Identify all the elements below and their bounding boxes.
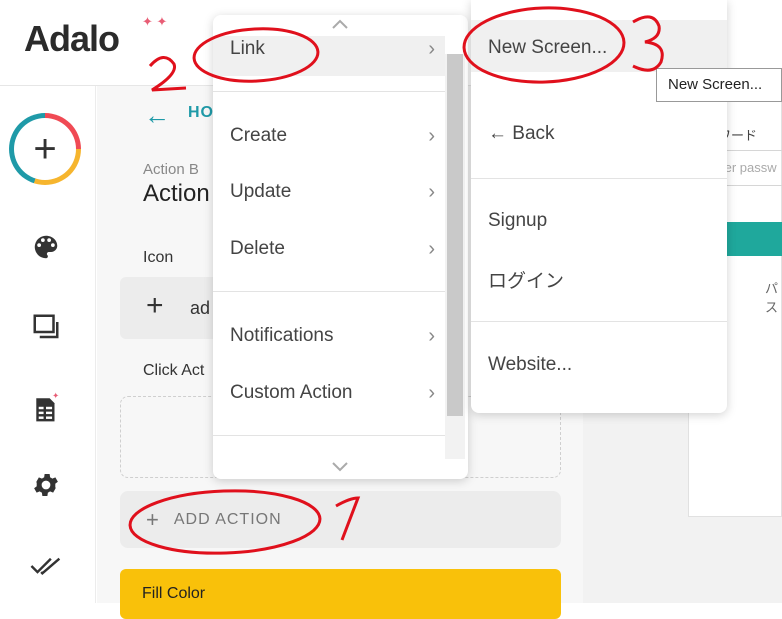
add-component-button[interactable]: +: [14, 118, 76, 180]
click-actions-label: Click Act: [143, 362, 205, 379]
back-link[interactable]: HO: [188, 104, 214, 122]
menu-item-delete[interactable]: Delete ›: [213, 229, 445, 269]
submenu-item-new-screen[interactable]: New Screen...: [488, 37, 607, 59]
palette-icon[interactable]: [28, 229, 64, 265]
icon-value: ad: [190, 298, 211, 318]
logo-sparkle-icon: ✦ ✦: [142, 14, 168, 29]
fill-color-label: Fill Color: [142, 585, 206, 602]
menu-item-label: Delete: [230, 238, 285, 259]
svg-text:✦: ✦: [52, 391, 59, 400]
plus-icon: +: [146, 506, 160, 532]
screens-icon[interactable]: [28, 309, 64, 345]
add-action-button[interactable]: + ADD ACTION: [120, 491, 561, 548]
fill-color-section[interactable]: Fill Color: [120, 569, 561, 619]
chevron-right-icon: ›: [428, 381, 435, 404]
add-action-label: ADD ACTION: [173, 510, 282, 528]
action-title: Action: [143, 180, 210, 207]
menu-item-label: Custom Action: [230, 382, 353, 403]
chevron-right-icon: ›: [428, 37, 435, 60]
menu-divider: [471, 178, 727, 179]
plus-icon: +: [146, 289, 164, 322]
preview-small-text: パス: [765, 281, 779, 315]
submenu-item-website[interactable]: Website...: [488, 354, 572, 376]
menu-item-label: Link: [230, 38, 265, 59]
submenu-item-login[interactable]: ログイン: [488, 266, 564, 293]
action-subtitle: Action B: [143, 161, 199, 178]
chevron-right-icon: ›: [428, 180, 435, 203]
menu-divider: [471, 321, 727, 322]
menu-item-link[interactable]: Link ›: [213, 29, 445, 69]
menu-item-label: Create: [230, 125, 288, 146]
submenu-item-signup[interactable]: Signup: [488, 210, 547, 232]
menu-divider: [213, 435, 445, 436]
menu-item-custom-action[interactable]: Custom Action ›: [213, 373, 445, 413]
menu-divider: [213, 291, 445, 292]
chevron-right-icon: ›: [428, 237, 435, 260]
icon-label: Icon: [143, 249, 174, 266]
tooltip: New Screen...: [656, 68, 782, 102]
menu-item-label: Notifications: [230, 325, 334, 346]
publish-check-icon[interactable]: [28, 548, 64, 584]
menu-item-update[interactable]: Update ›: [213, 172, 445, 212]
menu-item-label: Update: [230, 181, 292, 202]
menu-item-create[interactable]: Create ›: [213, 116, 445, 156]
database-icon[interactable]: ✦: [28, 390, 64, 426]
menu-divider: [213, 91, 445, 92]
adalo-logo[interactable]: Adalo: [24, 18, 120, 60]
back-arrow-icon[interactable]: ←: [144, 100, 170, 131]
menu-scrollbar-thumb[interactable]: [447, 54, 463, 416]
submenu-item-back[interactable]: ← Back: [488, 123, 555, 145]
menu-item-notifications[interactable]: Notifications ›: [213, 316, 445, 356]
chevron-right-icon: ›: [428, 324, 435, 347]
chevron-right-icon: ›: [428, 124, 435, 147]
scroll-down-icon[interactable]: [330, 457, 350, 478]
settings-icon[interactable]: [28, 467, 64, 503]
